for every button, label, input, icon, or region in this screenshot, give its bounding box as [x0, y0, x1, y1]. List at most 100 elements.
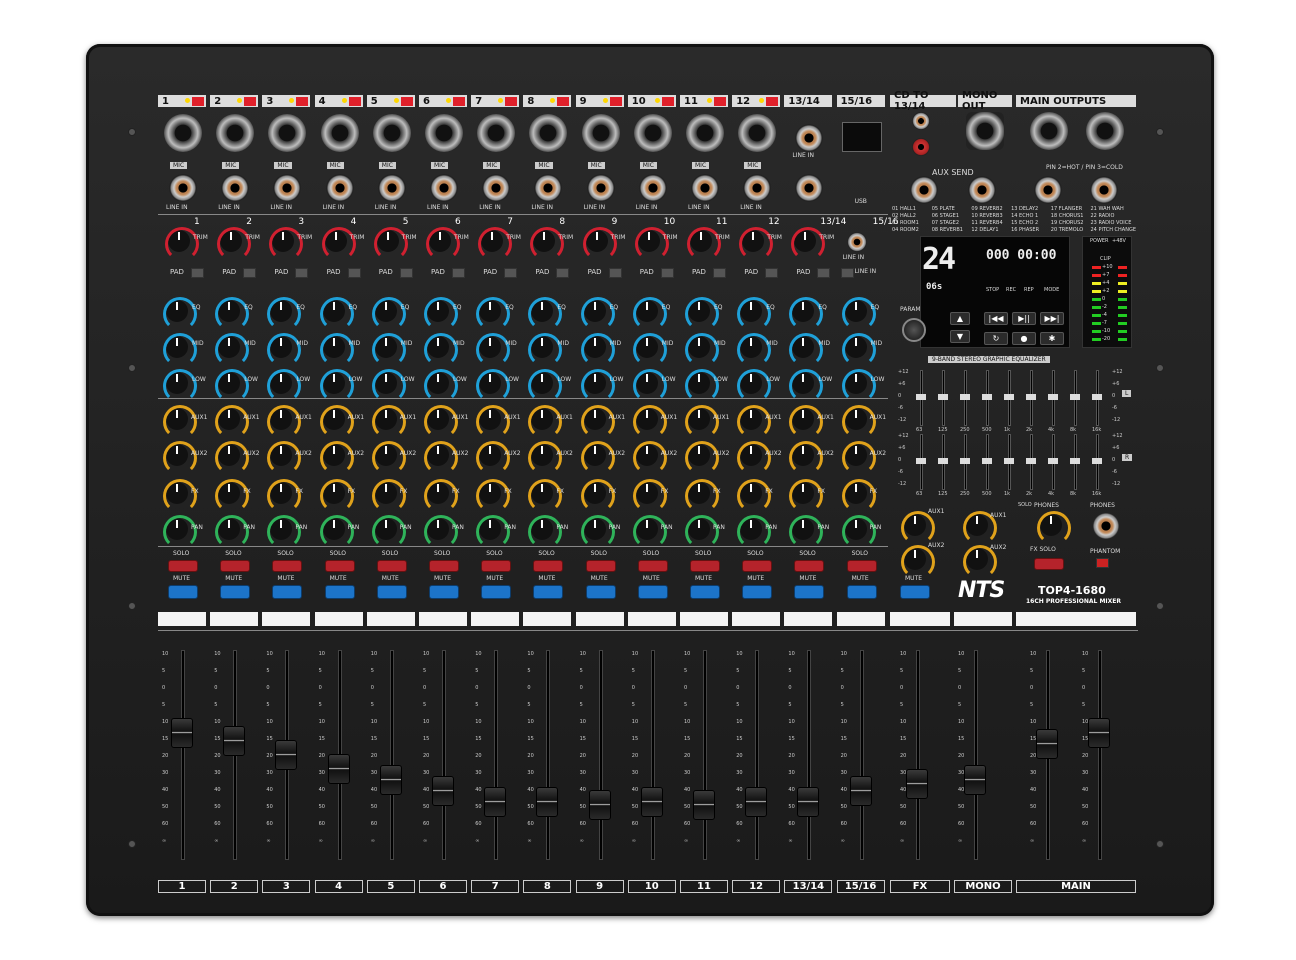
master-aux2-knob[interactable] [901, 545, 935, 579]
aux2-knob[interactable] [632, 441, 667, 475]
pan-knob[interactable] [685, 515, 719, 549]
eq-low-knob[interactable] [841, 369, 876, 403]
aux2-knob[interactable] [267, 441, 302, 475]
trim-knob[interactable] [373, 227, 408, 261]
eq-slider-cap[interactable] [1070, 458, 1080, 464]
aux2-knob[interactable] [319, 441, 354, 475]
scribble-strip[interactable] [575, 612, 624, 626]
xlr-input[interactable] [320, 114, 359, 152]
eq-slider-cap[interactable] [916, 394, 926, 400]
xlr-input[interactable] [738, 114, 777, 152]
phantom-switch[interactable] [766, 96, 779, 106]
main-xlr-right[interactable] [1086, 112, 1124, 150]
fx-knob[interactable] [267, 479, 302, 513]
scribble-strip[interactable] [680, 612, 728, 626]
fader-knob[interactable] [640, 787, 663, 817]
mute-button[interactable] [168, 585, 198, 599]
fx-return-aux1-knob[interactable] [963, 511, 997, 545]
phones-jack[interactable] [1092, 512, 1120, 540]
fx-knob[interactable] [685, 479, 719, 513]
fader-knob[interactable] [745, 787, 768, 817]
eq-mid-knob[interactable] [528, 333, 563, 367]
pad-button[interactable] [608, 268, 622, 278]
eq-low-knob[interactable] [528, 369, 563, 403]
fader-knob[interactable] [327, 754, 350, 784]
aux1-knob[interactable] [215, 405, 250, 439]
pad-button[interactable] [243, 268, 257, 278]
solo-button[interactable] [324, 560, 355, 572]
trim-knob[interactable] [165, 227, 199, 261]
fader-knob[interactable] [849, 776, 872, 806]
trim-knob[interactable] [217, 227, 252, 261]
eq-slider-cap[interactable] [1004, 458, 1014, 464]
fx-solo-button[interactable] [1034, 558, 1064, 570]
phantom-switch[interactable] [661, 96, 674, 106]
eq-slider-cap[interactable] [1026, 458, 1036, 464]
master-fader-main-r[interactable] [1088, 718, 1110, 748]
pad-button[interactable] [399, 268, 413, 278]
solo-button[interactable] [585, 560, 616, 572]
solo-button[interactable] [481, 560, 512, 572]
eq-low-knob[interactable] [632, 369, 667, 403]
eq-low-knob[interactable] [580, 369, 615, 403]
scribble-strip[interactable] [314, 612, 363, 626]
eq-slider-cap[interactable] [982, 458, 992, 464]
aux1-knob[interactable] [841, 405, 876, 439]
fader-knob[interactable] [536, 787, 559, 817]
solo-button[interactable] [220, 560, 251, 572]
eq-mid-knob[interactable] [319, 333, 354, 367]
trim-knob[interactable] [634, 227, 669, 261]
fx-knob[interactable] [476, 479, 511, 513]
scribble-strip[interactable] [210, 612, 259, 626]
fx-knob[interactable] [424, 479, 458, 513]
fx-knob[interactable] [632, 479, 667, 513]
fader-knob[interactable] [693, 790, 715, 820]
nav-up-button[interactable]: ▲ [950, 312, 970, 325]
aux-send-1[interactable] [910, 176, 938, 204]
aux2-knob[interactable] [685, 441, 719, 475]
eq-slider-cap[interactable] [960, 394, 970, 400]
eq-mid-knob[interactable] [580, 333, 615, 367]
xlr-input[interactable] [477, 114, 516, 152]
xlr-input[interactable] [372, 114, 411, 152]
phantom-switch[interactable] [714, 96, 726, 106]
eq-low-knob[interactable] [319, 369, 354, 403]
pan-knob[interactable] [371, 515, 406, 549]
eq-high-knob[interactable] [528, 297, 563, 331]
eq-low-knob[interactable] [685, 369, 719, 403]
trim-knob[interactable] [269, 227, 304, 261]
xlr-input[interactable] [581, 114, 620, 152]
xlr-input[interactable] [216, 114, 255, 152]
pan-knob[interactable] [476, 515, 511, 549]
eq-low-knob[interactable] [476, 369, 511, 403]
master-aux1-knob[interactable] [901, 511, 935, 545]
master-fader-fx[interactable] [906, 769, 928, 799]
eq-high-knob[interactable] [737, 297, 772, 331]
eq-low-knob[interactable] [267, 369, 302, 403]
rca-left[interactable] [912, 112, 930, 130]
phantom-switch[interactable] [557, 96, 570, 106]
trim-knob[interactable] [582, 227, 617, 261]
eq-high-knob[interactable] [841, 297, 876, 331]
phantom-switch[interactable] [348, 96, 361, 106]
fader-knob[interactable] [275, 740, 298, 770]
fader-knob[interactable] [171, 718, 193, 748]
fx-mute-button[interactable] [900, 585, 930, 599]
line-in-jack[interactable] [586, 174, 615, 202]
phantom-switch[interactable] [609, 96, 622, 106]
aux1-knob[interactable] [737, 405, 772, 439]
line-usb-toggle[interactable] [840, 268, 854, 278]
transport-record-button[interactable]: ● [1012, 332, 1036, 345]
fx-knob[interactable] [528, 479, 563, 513]
pan-knob[interactable] [580, 515, 615, 549]
eq-low-knob[interactable] [371, 369, 406, 403]
trim-knob[interactable] [687, 227, 721, 261]
trim-knob[interactable] [530, 227, 565, 261]
eq-mid-knob[interactable] [424, 333, 458, 367]
scribble-strip[interactable] [627, 612, 676, 626]
solo-button[interactable] [272, 560, 303, 572]
transport-play-button[interactable]: ▶|| [1012, 312, 1036, 325]
solo-button[interactable] [429, 560, 459, 572]
pad-button[interactable] [765, 268, 779, 278]
fx-scribble[interactable] [890, 612, 950, 626]
